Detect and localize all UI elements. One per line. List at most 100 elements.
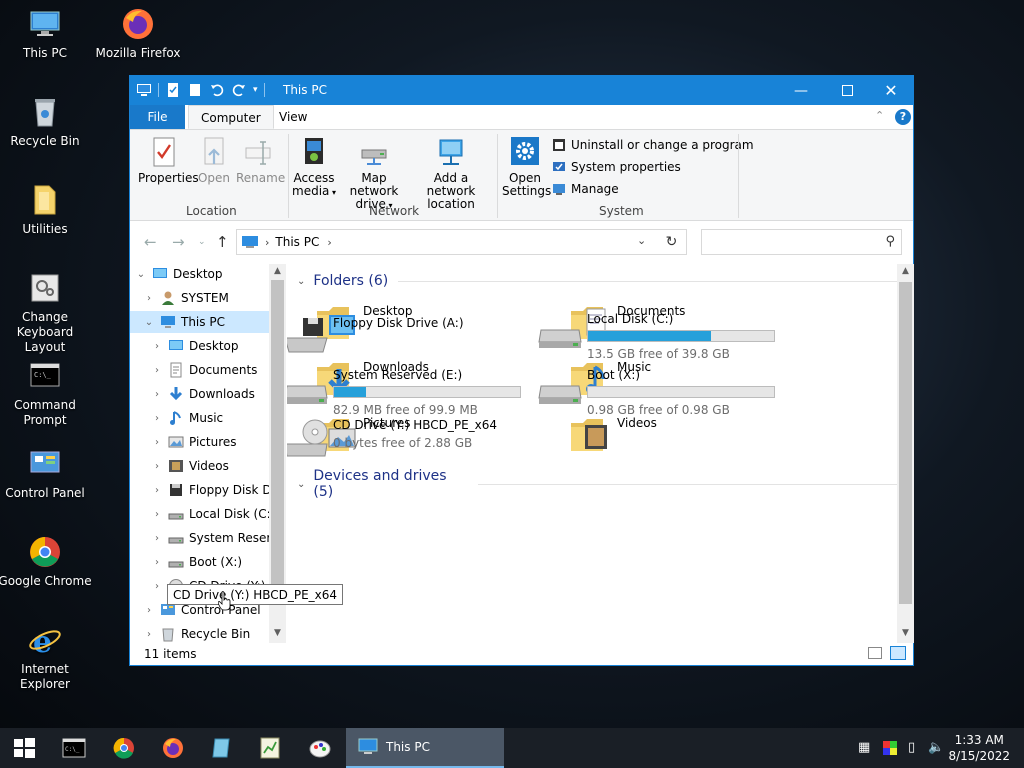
chevron-right-icon[interactable]: ›: [152, 365, 162, 376]
nav-item[interactable]: › Pictures: [130, 431, 237, 453]
drive-item[interactable]: Local Disk (C:) 13.5 GB free of 39.8 GB: [537, 312, 777, 361]
breadcrumb-this-pc[interactable]: This PC: [275, 235, 319, 249]
color-tray-icon[interactable]: [882, 740, 898, 756]
drives-section-header[interactable]: ⌄ Devices and drives (5): [297, 468, 899, 500]
tab-computer[interactable]: Computer: [188, 105, 274, 129]
clock[interactable]: 1:33 AM 8/15/2022: [948, 732, 1010, 764]
content-scroll-thumb[interactable]: [899, 282, 912, 604]
folder-item[interactable]: Videos: [569, 413, 657, 455]
maximize-button[interactable]: [824, 76, 870, 105]
nav-item[interactable]: ⌄ Desktop: [130, 263, 223, 285]
drive-item[interactable]: Boot (X:) 0.98 GB free of 0.98 GB: [537, 368, 777, 417]
chrome-icon[interactable]: [112, 736, 136, 760]
desktop-icon-this-pc[interactable]: This PC: [0, 6, 93, 61]
recent-locations-button[interactable]: ⌄: [198, 237, 206, 247]
desktop-icon-chrome[interactable]: Google Chrome: [0, 534, 93, 589]
chevron-right-icon[interactable]: ›: [144, 629, 154, 640]
content-scrollbar[interactable]: ▲ ▼: [897, 264, 914, 643]
access-media-button[interactable]: Access media ▾: [290, 136, 338, 199]
network-tray-icon[interactable]: ▦: [858, 740, 874, 756]
nav-item[interactable]: › System Reserve: [130, 527, 286, 549]
properties-button[interactable]: Properties: [138, 136, 199, 185]
chevron-right-icon[interactable]: ›: [152, 533, 162, 544]
desktop-icon-control-panel[interactable]: Control Panel: [0, 446, 93, 501]
undo-icon[interactable]: [209, 82, 225, 98]
open-settings-button[interactable]: Open Settings: [502, 136, 551, 198]
nav-item[interactable]: › Music: [130, 407, 223, 429]
back-button[interactable]: ←: [144, 233, 157, 251]
chevron-right-icon[interactable]: ›: [152, 389, 162, 400]
chevron-right-icon[interactable]: ›: [152, 581, 162, 592]
uninstall-program-button[interactable]: Uninstall or change a program: [552, 138, 754, 152]
chevron-right-icon[interactable]: ›: [152, 461, 162, 472]
desktop-icon-utilities[interactable]: Utilities: [0, 182, 93, 237]
search-input[interactable]: ⚲: [701, 229, 902, 255]
usb-tray-icon[interactable]: ▯: [908, 740, 924, 756]
nav-item[interactable]: › Boot (X:): [130, 551, 242, 573]
map-network-drive-button[interactable]: Map network drive ▾: [337, 136, 411, 212]
system-properties-button[interactable]: System properties: [552, 160, 681, 174]
redo-icon[interactable]: [231, 82, 247, 98]
minimize-button[interactable]: —: [778, 76, 824, 105]
desktop-icon-recycle-bin[interactable]: Recycle Bin: [0, 94, 93, 149]
up-button[interactable]: ↑: [216, 233, 229, 251]
windows-start-icon[interactable]: [12, 736, 36, 760]
spreadsheet-icon[interactable]: [258, 736, 282, 760]
forward-button[interactable]: →: [172, 233, 185, 251]
drive-item[interactable]: Floppy Disk Drive (A:): [287, 316, 523, 364]
address-dropdown-icon[interactable]: ⌄: [637, 234, 646, 247]
chevron-right-icon[interactable]: ›: [152, 413, 162, 424]
properties-icon[interactable]: [165, 82, 181, 98]
volume-muted-icon[interactable]: 🔈: [928, 740, 944, 756]
new-folder-icon[interactable]: [187, 82, 203, 98]
chevron-down-icon[interactable]: ⌄: [144, 317, 154, 328]
nav-scroll-thumb[interactable]: [271, 280, 284, 604]
nav-item[interactable]: › Documents: [130, 359, 257, 381]
open-button[interactable]: Open: [194, 136, 234, 185]
chevron-right-icon[interactable]: ›: [144, 605, 154, 616]
scroll-down-arrow[interactable]: ▼: [897, 628, 914, 638]
firefox-icon[interactable]: [161, 736, 185, 760]
add-network-location-button[interactable]: Add a network location: [412, 136, 490, 211]
help-icon[interactable]: ?: [895, 109, 911, 125]
collapse-ribbon-icon[interactable]: ⌃: [875, 109, 884, 122]
address-field[interactable]: › This PC › ⌄: [236, 229, 687, 255]
terminal-icon[interactable]: C:\_: [62, 736, 86, 760]
chevron-right-icon[interactable]: ›: [152, 341, 162, 352]
nav-item[interactable]: › SYSTEM: [130, 287, 229, 309]
nav-item[interactable]: › Desktop: [130, 335, 239, 357]
desktop-icon-internet-explorer[interactable]: e Internet Explorer: [0, 622, 93, 692]
paint-icon[interactable]: [308, 736, 332, 760]
refresh-button[interactable]: ↻: [657, 229, 687, 255]
customize-toolbar-icon[interactable]: ▾: [253, 85, 258, 95]
large-icons-view-icon[interactable]: [890, 646, 906, 660]
chevron-right-icon[interactable]: ›: [144, 293, 154, 304]
chevron-right-icon[interactable]: ›: [152, 557, 162, 568]
folders-section-header[interactable]: ⌄ Folders (6): [297, 273, 899, 289]
title-bar[interactable]: ▾ This PC — ✕: [130, 76, 913, 105]
nav-item[interactable]: › Recycle Bin: [130, 623, 250, 643]
tab-file[interactable]: File: [130, 105, 185, 129]
rename-button[interactable]: Rename: [236, 136, 285, 185]
chevron-right-icon[interactable]: ›: [152, 437, 162, 448]
scroll-down-arrow[interactable]: ▼: [269, 628, 286, 638]
nav-item[interactable]: ⌄ This PC: [130, 311, 283, 333]
desktop-icon-firefox[interactable]: Mozilla Firefox: [90, 6, 186, 61]
drive-item[interactable]: System Reserved (E:) 82.9 MB free of 99.9…: [287, 368, 523, 417]
desktop-icon-change-keyboard[interactable]: Change Keyboard Layout: [0, 270, 93, 355]
tab-view[interactable]: View: [267, 105, 319, 129]
desktop-icon-command-prompt[interactable]: C:\_ Command Prompt: [0, 358, 93, 428]
nav-item[interactable]: › Videos: [130, 455, 229, 477]
chevron-down-icon[interactable]: ⌄: [136, 269, 146, 280]
scroll-up-arrow[interactable]: ▲: [269, 266, 286, 276]
close-button[interactable]: ✕: [868, 76, 914, 105]
chevron-right-icon[interactable]: ›: [152, 485, 162, 496]
nav-item[interactable]: › Local Disk (C:): [130, 503, 275, 525]
manage-button[interactable]: Manage: [552, 182, 619, 196]
nav-item[interactable]: › Downloads: [130, 383, 255, 405]
scroll-up-arrow[interactable]: ▲: [897, 266, 914, 276]
chevron-right-icon[interactable]: ›: [152, 509, 162, 520]
taskbar-app-this-pc[interactable]: This PC: [346, 728, 504, 768]
nav-item[interactable]: › Floppy Disk Dri: [130, 479, 280, 501]
notepad-icon[interactable]: [210, 736, 234, 760]
